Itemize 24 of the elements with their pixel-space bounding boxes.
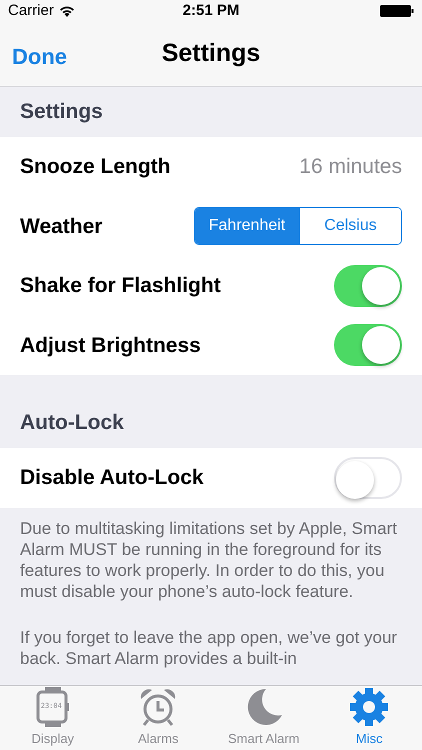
row-value: 16 minutes: [299, 154, 402, 180]
wifi-icon: [58, 5, 75, 17]
footer-paragraph: If you forget to leave the app open, we’ve got your back. Smart Alarm provides a built-in: [20, 626, 398, 668]
row-label: Shake for Flashlight: [20, 273, 221, 299]
tab-bar-item[interactable]: Misc: [316, 686, 422, 750]
done-button[interactable]: Done: [12, 40, 67, 73]
battery-icon: [380, 5, 414, 17]
row-label: Disable Auto-Lock: [20, 465, 204, 491]
segment-option[interactable]: Fahrenheit: [195, 208, 299, 244]
section-header: Settings: [20, 98, 103, 124]
carrier-name: Carrier: [8, 0, 54, 21]
row-label: Adjust Brightness: [20, 332, 201, 358]
tab-bar-item[interactable]: Alarms: [106, 686, 211, 750]
footer-paragraph: Due to multitasking limitations set by Apple, Smart Alarm MUST be running in the foreground for its features to work properly. In order to do this, you must disable your phone’s auto-lock feature.: [20, 518, 398, 602]
toggle-switch[interactable]: [334, 456, 402, 499]
tab-bar-item[interactable]: Smart Alarm: [211, 686, 316, 750]
segment-option[interactable]: Celsius: [299, 208, 401, 244]
toggle-switch[interactable]: [334, 264, 402, 307]
status-time: 2:51 PM: [182, 0, 240, 21]
row-label: Weather: [20, 214, 102, 240]
row-label: Snooze Length: [20, 154, 170, 180]
section-header: Auto-Lock: [20, 410, 124, 436]
toggle-switch[interactable]: [334, 324, 402, 366]
nav-title: Settings: [162, 38, 260, 70]
